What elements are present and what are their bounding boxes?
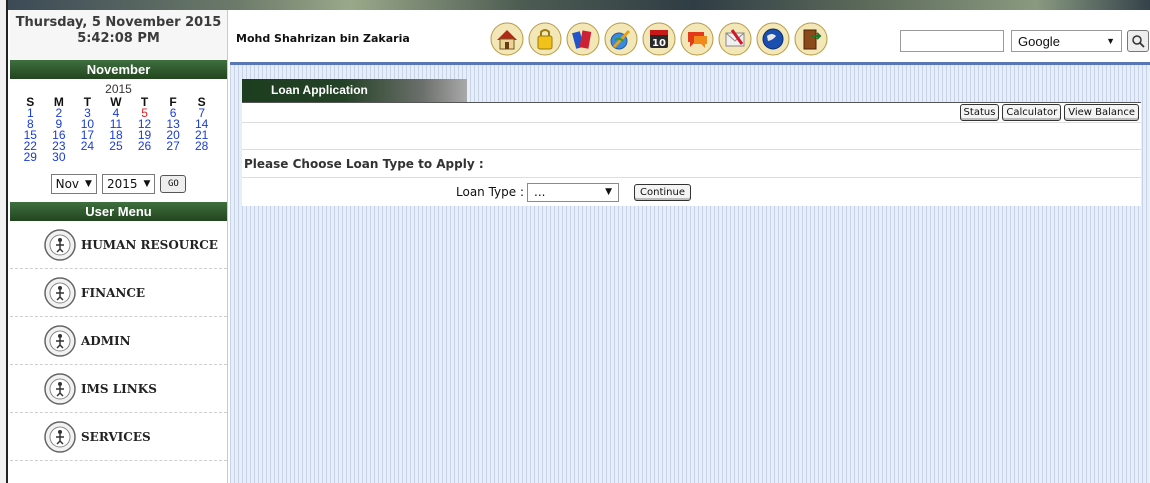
continue-button[interactable]: Continue: [634, 183, 691, 201]
current-time: 5:42:08 PM: [77, 31, 160, 46]
main-content: Loan Application Status Calculator View …: [230, 62, 1150, 483]
calendar-icon-text: 10: [652, 38, 666, 49]
loan-toolbar: Status Calculator View Balance: [242, 102, 1141, 123]
books-icon[interactable]: [566, 22, 600, 56]
year-select-value: 2015: [106, 177, 138, 191]
menu-item-admin[interactable]: ADMIN: [10, 317, 227, 365]
month-select[interactable]: Nov ▼: [50, 174, 97, 194]
calendar: 2015 S M T W T F S 1 2 3 4 5 6 7 8 9 10 …: [10, 82, 227, 196]
emblem-icon: [44, 420, 76, 453]
menu-item-label: IMS LINKS: [81, 381, 157, 396]
menu-item-label: FINANCE: [81, 285, 146, 300]
search-button[interactable]: [1127, 30, 1149, 52]
chevron-down-icon: ▼: [605, 187, 613, 197]
tab-loan-application[interactable]: Loan Application: [242, 79, 467, 102]
calendar-day-empty: [159, 152, 188, 163]
pencil-globe-icon[interactable]: [604, 22, 638, 56]
calendar-day[interactable]: 24: [73, 140, 102, 152]
loan-panel: Status Calculator View Balance Please Ch…: [242, 102, 1141, 206]
loan-type-select[interactable]: ... ▼: [527, 182, 620, 202]
calendar-day[interactable]: 26: [130, 140, 159, 152]
chevron-down-icon: ▼: [1106, 36, 1115, 46]
calendar-day[interactable]: 28: [187, 140, 216, 152]
top-banner-strip: [8, 0, 1150, 10]
loan-type-heading: Please Choose Loan Type to Apply :: [242, 150, 1141, 178]
calendar-day[interactable]: 25: [102, 140, 131, 152]
calendar-day-empty: [130, 152, 159, 163]
view-balance-button[interactable]: View Balance: [1064, 104, 1139, 121]
emblem-icon: [44, 228, 76, 261]
emblem-icon: [44, 276, 76, 309]
loan-type-label: Loan Type :: [456, 185, 525, 199]
spacer-row: [242, 123, 1141, 150]
search-engine-value: Google: [1018, 33, 1060, 49]
exit-door-icon[interactable]: [794, 22, 828, 56]
emblem-icon: [44, 372, 76, 405]
month-select-value: Nov: [55, 177, 80, 191]
menu-item-finance[interactable]: FINANCE: [10, 269, 227, 317]
status-button[interactable]: Status: [959, 104, 1000, 121]
chat-icon[interactable]: [680, 22, 714, 56]
calendar-navigation: Nov ▼ 2015 ▼ GO: [14, 172, 223, 196]
calendar-day[interactable]: 30: [45, 151, 74, 163]
calendar-day-empty: [73, 152, 102, 163]
date-time-display: Thursday, 5 November 2015 5:42:08 PM: [10, 10, 227, 60]
year-select[interactable]: 2015 ▼: [101, 174, 156, 194]
sidebar: Thursday, 5 November 2015 5:42:08 PM Nov…: [10, 10, 228, 483]
mail-icon[interactable]: [718, 22, 752, 56]
chevron-down-icon: ▼: [85, 179, 92, 189]
menu-item-label: SERVICES: [81, 429, 151, 444]
current-date: Thursday, 5 November 2015: [15, 15, 222, 30]
loan-type-value: ...: [534, 185, 546, 199]
menu-item-label: HUMAN RESOURCE: [81, 237, 218, 252]
locker-icon[interactable]: [528, 22, 562, 56]
search-engine-select[interactable]: Google ▼: [1011, 30, 1122, 52]
globe-icon[interactable]: [756, 22, 790, 56]
calendar-icon[interactable]: 10: [642, 22, 676, 56]
user-name: Mohd Shahrizan bin Zakaria: [236, 32, 410, 45]
menu-item-label: ADMIN: [81, 333, 131, 348]
header: Mohd Shahrizan bin Zakaria 10 Google ▼: [228, 10, 1150, 62]
search-input[interactable]: [900, 30, 1004, 52]
menu-item-ims-links[interactable]: IMS LINKS: [10, 365, 227, 413]
emblem-icon: [44, 324, 76, 357]
magnifier-icon: [1132, 35, 1145, 48]
calendar-month-title: November: [10, 60, 227, 79]
menu-item-services[interactable]: SERVICES: [10, 413, 227, 461]
go-button[interactable]: GO: [160, 175, 187, 193]
calendar-grid: S M T W T F S 1 2 3 4 5 6 7 8 9 10 11 12…: [16, 96, 216, 163]
user-menu-title: User Menu: [10, 202, 227, 221]
calendar-day[interactable]: 29: [16, 151, 45, 163]
calculator-button[interactable]: Calculator: [1002, 104, 1062, 121]
toolbar-icons: 10: [490, 22, 828, 56]
loan-type-row: Loan Type : ... ▼ Continue: [242, 178, 1141, 206]
calendar-year: 2015: [105, 82, 132, 96]
left-window-edge: [0, 0, 8, 483]
menu-item-human-resource[interactable]: HUMAN RESOURCE: [10, 221, 227, 269]
calendar-day-empty: [102, 152, 131, 163]
chevron-down-icon: ▼: [143, 179, 151, 189]
calendar-day-empty: [187, 152, 216, 163]
home-icon[interactable]: [490, 22, 524, 56]
calendar-day[interactable]: 27: [159, 140, 188, 152]
